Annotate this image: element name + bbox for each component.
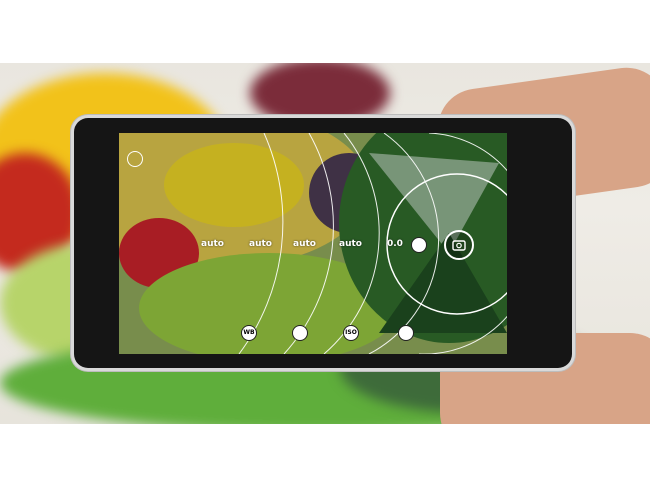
shutter-speed-icon[interactable] [398,325,414,341]
focus-value[interactable]: auto [249,239,272,249]
iso-label: ISO [345,329,357,336]
settings-icon[interactable] [127,151,143,167]
focus-icon[interactable] [292,325,308,341]
shutter-speed-value[interactable]: auto [339,239,362,249]
wb-label: WB [243,329,255,336]
camera-viewfinder: auto auto auto auto 0.0 WB ISO [119,133,507,354]
exposure-value[interactable]: 0.0 [387,239,403,249]
iso-button[interactable]: ISO [343,325,359,341]
wb-button[interactable]: WB [241,325,257,341]
iso-value[interactable]: auto [293,239,316,249]
exposure-icon[interactable] [411,237,427,253]
camera-icon[interactable] [444,230,474,260]
camera-glyph [452,240,466,251]
white-balance-value[interactable]: auto [201,239,224,249]
